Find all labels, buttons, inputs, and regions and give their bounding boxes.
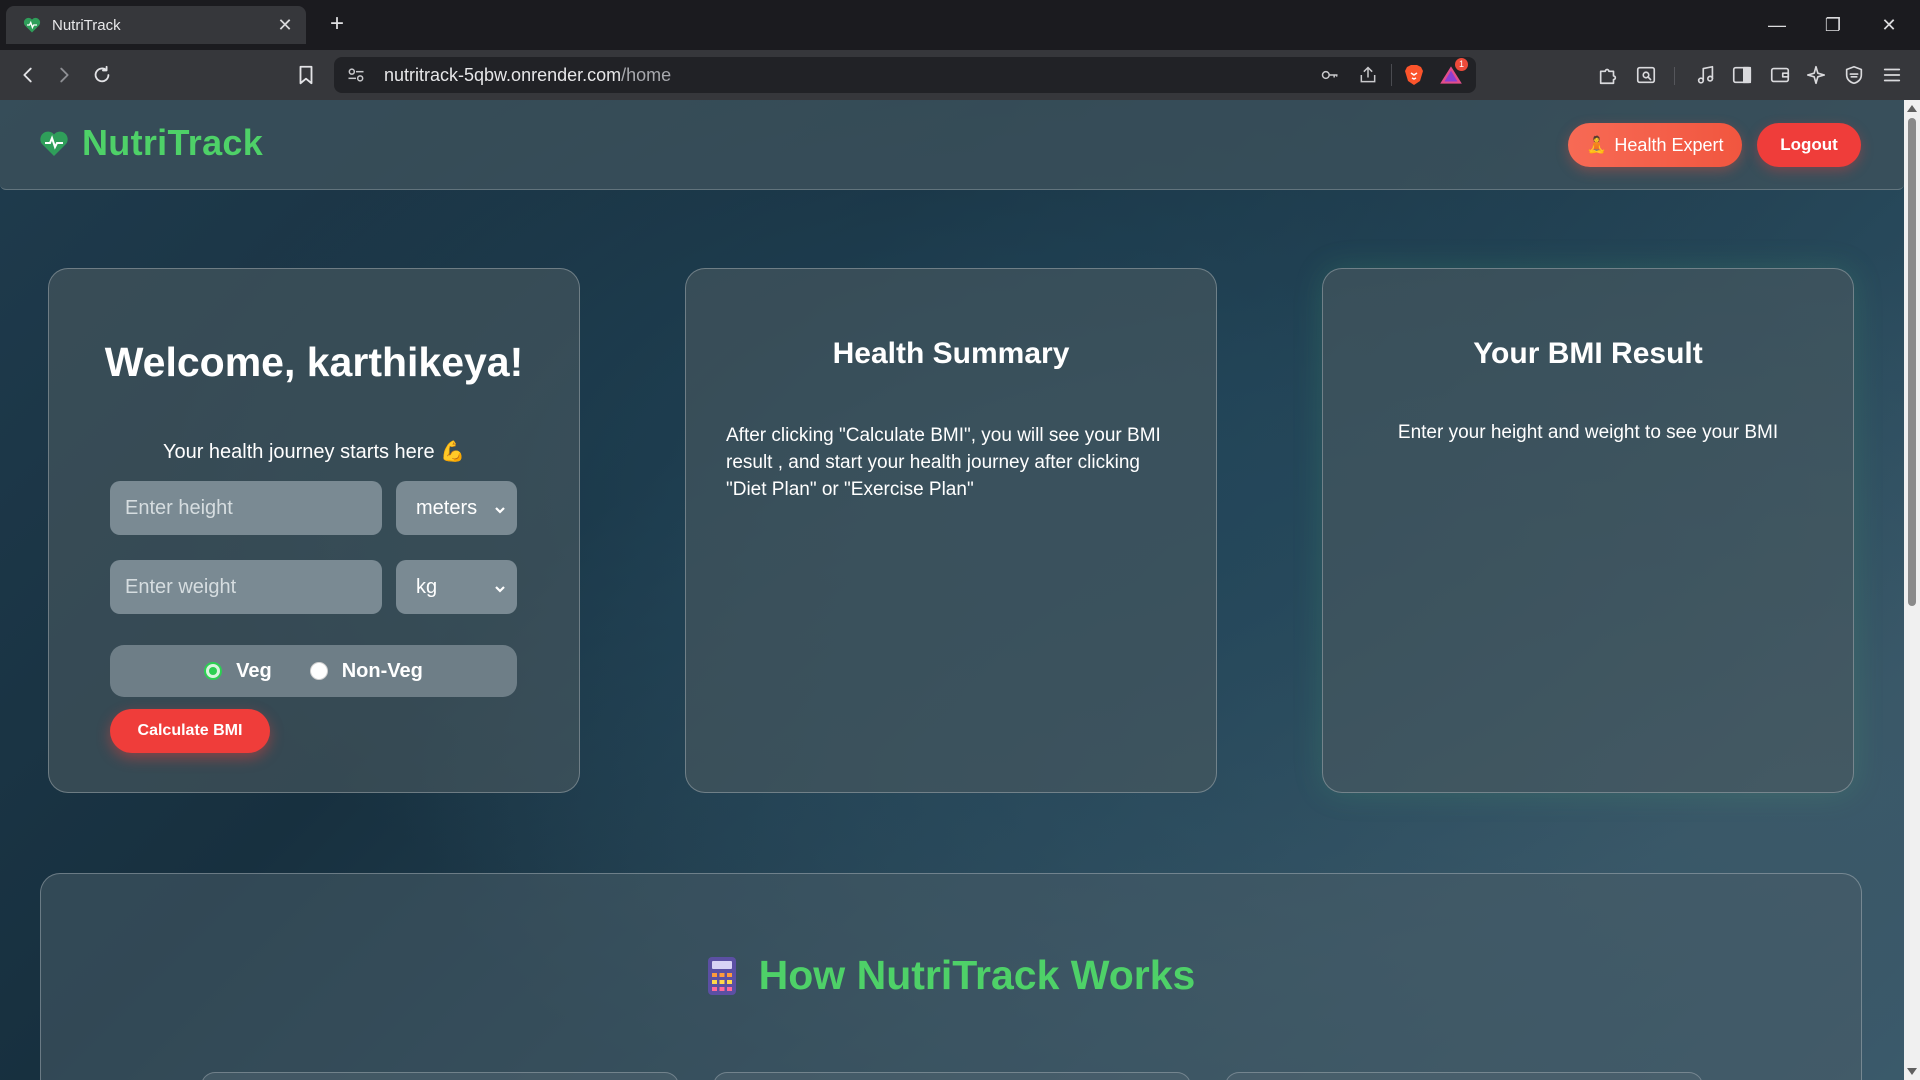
non-veg-label: Non-Veg (341, 659, 423, 682)
logout-button[interactable]: Logout (1757, 123, 1861, 167)
non-veg-radio[interactable] (309, 662, 328, 680)
health-summary-title: Health Summary (832, 337, 1070, 370)
heart-logo-icon (40, 131, 68, 156)
page-scrollbar[interactable] (1904, 100, 1920, 1080)
forward-button[interactable] (48, 59, 80, 91)
media-button[interactable] (1690, 59, 1722, 91)
brave-shields-icon[interactable] (1402, 63, 1426, 87)
veg-radio[interactable] (204, 662, 223, 680)
how-it-works-heading: How NutriTrack Works (41, 952, 1861, 999)
how-it-works-section: How NutriTrack Works (40, 873, 1862, 1080)
brand[interactable]: NutriTrack (38, 122, 263, 164)
url-text: nutritrack-5qbw.onrender.com/home (384, 65, 1307, 86)
health-summary-text: After clicking "Calculate BMI", you will… (726, 425, 1161, 500)
bookmark-icon (299, 65, 313, 85)
height-unit-select[interactable]: meters (396, 481, 517, 535)
diet-option-veg[interactable]: Veg (204, 660, 272, 683)
site-header: NutriTrack 🧘 Health Expert Logout (0, 100, 1904, 190)
weight-unit-select[interactable]: kg (396, 560, 517, 614)
bmi-result-text: Enter your height and weight to see your… (1397, 422, 1779, 443)
weight-input[interactable]: Enter weight (110, 560, 382, 614)
health-expert-button[interactable]: 🧘 Health Expert (1568, 123, 1742, 167)
height-input[interactable]: Enter height (110, 481, 382, 535)
reload-button[interactable] (86, 59, 118, 91)
reload-icon (94, 65, 110, 83)
extensions-button[interactable] (1592, 59, 1624, 91)
browser-tab-bar: NutriTrack ✕ + — ❐ ✕ (0, 0, 1920, 50)
url-host: nutritrack-5qbw.onrender.com (384, 64, 622, 85)
browser-toolbar: nutritrack-5qbw.onrender.com/home 1 (0, 50, 1920, 100)
leo-ai-button[interactable] (1800, 59, 1832, 91)
tab-close-icon[interactable]: ✕ (274, 15, 296, 36)
bookmark-button[interactable] (290, 59, 322, 91)
site-settings-icon[interactable] (346, 65, 366, 85)
browser-tab[interactable]: NutriTrack ✕ (6, 6, 306, 44)
screenshot-icon (1636, 66, 1656, 84)
bmi-result-card: Your BMI Result Enter your height and we… (1322, 268, 1854, 793)
forward-arrow-icon (60, 67, 69, 83)
wallet-button[interactable] (1764, 59, 1796, 91)
vpn-button[interactable] (1838, 59, 1870, 91)
share-icon[interactable] (1353, 60, 1383, 90)
scrollbar-thumb[interactable] (1908, 118, 1916, 606)
chevron-down-icon (493, 500, 507, 514)
back-button[interactable] (12, 59, 44, 91)
welcome-card: Welcome, karthikeya! Your health journey… (48, 268, 580, 793)
journey-tagline: Your health journey starts here 💪 (162, 441, 466, 463)
health-expert-label: Health Expert (1614, 134, 1724, 155)
address-bar[interactable]: nutritrack-5qbw.onrender.com/home 1 (334, 57, 1476, 93)
restore-window-icon[interactable]: ❐ (1810, 8, 1856, 42)
health-summary-card: Health Summary After clicking "Calculate… (685, 268, 1217, 793)
address-bar-divider (1391, 64, 1392, 86)
height-unit-value: meters (416, 496, 478, 519)
scroll-up-icon[interactable] (1907, 105, 1917, 112)
welcome-heading: Welcome, karthikeya! (104, 339, 524, 385)
bmi-result-title: Your BMI Result (1473, 337, 1703, 370)
heart-favicon-icon (23, 17, 41, 33)
sparkle-icon (1806, 65, 1826, 85)
minimize-window-icon[interactable]: — (1754, 8, 1800, 42)
weight-unit-value: kg (416, 575, 438, 598)
meditation-icon: 🧘 (1586, 137, 1607, 154)
brand-name: NutriTrack (82, 122, 264, 163)
diet-option-non-veg[interactable]: Non-Veg (309, 659, 423, 683)
toolbar-divider (1674, 67, 1675, 85)
tab-title: NutriTrack (52, 16, 121, 34)
diet-preference-group: Veg Non-Veg (110, 645, 517, 697)
wallet-icon (1770, 67, 1790, 83)
sidebar-icon (1732, 66, 1752, 84)
scroll-down-icon[interactable] (1907, 1068, 1917, 1075)
brave-rewards-button[interactable]: 1 (1438, 58, 1468, 88)
music-note-icon (1697, 65, 1714, 84)
new-tab-button[interactable]: + (322, 10, 352, 38)
page-viewport: NutriTrack 🧘 Health Expert Logout Welcom… (0, 100, 1904, 1080)
chevron-down-icon (493, 579, 507, 593)
rewards-badge: 1 (1455, 58, 1468, 71)
sidebar-button[interactable] (1726, 59, 1758, 91)
puzzle-icon (1599, 68, 1617, 85)
password-key-icon[interactable] (1315, 60, 1345, 90)
calculate-bmi-button[interactable]: Calculate BMI (110, 709, 270, 753)
step-card (1225, 1072, 1703, 1080)
veg-label: Veg (236, 659, 272, 682)
hamburger-menu-icon (1883, 68, 1901, 82)
back-arrow-icon (23, 67, 32, 83)
close-window-icon[interactable]: ✕ (1866, 8, 1912, 42)
shield-icon (1845, 65, 1863, 85)
step-card (713, 1072, 1191, 1080)
how-it-works-title: How NutriTrack Works (758, 952, 1196, 998)
menu-button[interactable] (1876, 59, 1908, 91)
screenshot-button[interactable] (1630, 59, 1662, 91)
calculator-icon (707, 956, 736, 995)
step-card (201, 1072, 679, 1080)
url-path: /home (621, 64, 672, 85)
